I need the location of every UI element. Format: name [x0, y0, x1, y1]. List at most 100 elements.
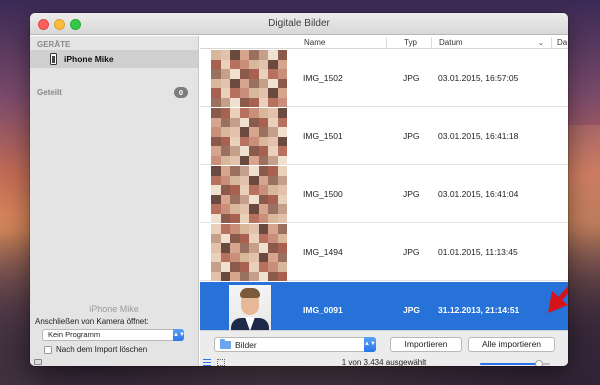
mosaic-cell	[277, 262, 287, 272]
mosaic-cell	[220, 175, 230, 185]
mosaic-cell	[277, 204, 287, 214]
mosaic-cell	[220, 204, 230, 214]
column-date-header[interactable]: Datum	[439, 38, 463, 47]
mosaic-cell	[277, 146, 287, 156]
mosaic-cell	[211, 88, 221, 98]
mosaic-cell	[277, 185, 287, 195]
mosaic-cell	[268, 166, 278, 176]
mosaic-cell	[230, 271, 240, 281]
mosaic-cell	[211, 69, 221, 79]
column-divider[interactable]	[431, 37, 432, 48]
mosaic-cell	[230, 166, 240, 176]
mosaic-cell	[220, 213, 230, 223]
mosaic-cell	[220, 252, 230, 262]
table-row[interactable]: IMG_1500 JPG 03.01.2015, 16:41:04	[200, 166, 568, 223]
column-type-header[interactable]: Typ	[404, 38, 417, 47]
mosaic-cell	[230, 213, 240, 223]
mosaic-cell	[230, 78, 240, 88]
mosaic-cell	[268, 155, 278, 165]
mosaic-cell	[230, 194, 240, 204]
mosaic-cell	[211, 117, 221, 127]
mosaic-cell	[249, 127, 259, 137]
slider-fill	[480, 363, 539, 365]
sidebar-item-iphone[interactable]: iPhone Mike	[30, 50, 198, 68]
mosaic-cell	[239, 50, 249, 60]
mosaic-cell	[220, 78, 230, 88]
mosaic-cell	[258, 262, 268, 272]
toggle-panel-icon[interactable]	[34, 359, 42, 365]
sidebar-item-label: iPhone Mike	[64, 54, 114, 64]
folder-icon	[220, 339, 231, 349]
mosaic-cell	[230, 88, 240, 98]
mosaic-cell	[258, 194, 268, 204]
mosaic-cell	[268, 97, 278, 107]
delete-after-import-checkbox[interactable]	[44, 346, 52, 354]
import-destination-select[interactable]: Bilder ▲▼	[214, 337, 376, 352]
mosaic-cell	[239, 271, 249, 281]
mosaic-cell	[230, 175, 240, 185]
import-button[interactable]: Importieren	[390, 337, 462, 352]
mosaic-cell	[220, 59, 230, 69]
column-divider[interactable]	[386, 37, 387, 48]
mosaic-cell	[268, 78, 278, 88]
mosaic-cell	[239, 194, 249, 204]
mosaic-cell	[277, 155, 287, 165]
column-header: Name Typ Datum ⌄ Da	[200, 36, 568, 49]
window-title: Digitale Bilder	[268, 18, 330, 29]
mosaic-cell	[277, 117, 287, 127]
row-type: JPG	[403, 189, 420, 199]
table-row[interactable]: IMG_1502 JPG 03.01.2015, 16:57:05	[200, 50, 568, 107]
mosaic-cell	[258, 271, 268, 281]
titlebar[interactable]: Digitale Bilder	[30, 13, 568, 35]
mosaic-cell	[258, 243, 268, 253]
mosaic-cell	[211, 224, 221, 234]
sort-chevron-icon[interactable]: ⌄	[538, 39, 544, 47]
row-name: IMG_1494	[303, 247, 343, 257]
mosaic-cell	[249, 166, 259, 176]
import-destination-value: Bilder	[235, 340, 257, 350]
mosaic-cell	[268, 194, 278, 204]
slider-knob[interactable]	[534, 360, 543, 366]
column-extra-header[interactable]: Da	[557, 38, 567, 47]
table-row[interactable]: IMG_1501 JPG 03.01.2015, 16:41:18	[200, 108, 568, 165]
image-list: Name Typ Datum ⌄ Da IMG_1502 JPG 03.01.2…	[200, 36, 568, 366]
mosaic-cell	[239, 59, 249, 69]
mosaic-cell	[277, 59, 287, 69]
mosaic-cell	[220, 97, 230, 107]
mosaic-cell	[258, 233, 268, 243]
mosaic-cell	[277, 97, 287, 107]
mosaic-cell	[268, 69, 278, 79]
row-date: 03.01.2015, 16:57:05	[438, 73, 519, 83]
connect-action-select[interactable]: Kein Programm ▲▼	[42, 329, 185, 341]
row-name: IMG_1502	[303, 73, 343, 83]
row-name: IMG_0091	[303, 305, 343, 315]
sidebar-section-shared[interactable]: Geteilt	[37, 88, 62, 97]
mosaic-cell	[211, 262, 221, 272]
mosaic-cell	[268, 243, 278, 253]
thumbnail-size-slider[interactable]	[480, 360, 550, 366]
column-divider[interactable]	[551, 37, 552, 48]
import-all-button[interactable]: Alle importieren	[468, 337, 555, 352]
row-date: 03.01.2015, 16:41:04	[438, 189, 519, 199]
mosaic-cell	[211, 213, 221, 223]
column-name-header[interactable]: Name	[304, 38, 325, 47]
portrait-hair	[240, 288, 260, 298]
mosaic-cell	[230, 252, 240, 262]
mosaic-cell	[249, 243, 259, 253]
mosaic-cell	[249, 97, 259, 107]
mosaic-cell	[211, 166, 221, 176]
mosaic-cell	[239, 78, 249, 88]
pixelated-thumbnail	[211, 166, 287, 223]
row-type: JPG	[403, 73, 420, 83]
table-row[interactable]: IMG_1494 JPG 01.01.2015, 11:13:45	[200, 224, 568, 281]
mosaic-cell	[268, 59, 278, 69]
connect-action-label: Anschließen von Kamera öffnet:	[35, 317, 149, 326]
mosaic-cell	[211, 204, 221, 214]
mosaic-cell	[211, 59, 221, 69]
mosaic-cell	[220, 50, 230, 60]
mosaic-cell	[258, 204, 268, 214]
mosaic-cell	[220, 185, 230, 195]
mosaic-cell	[277, 252, 287, 262]
mosaic-cell	[230, 262, 240, 272]
mosaic-cell	[239, 175, 249, 185]
